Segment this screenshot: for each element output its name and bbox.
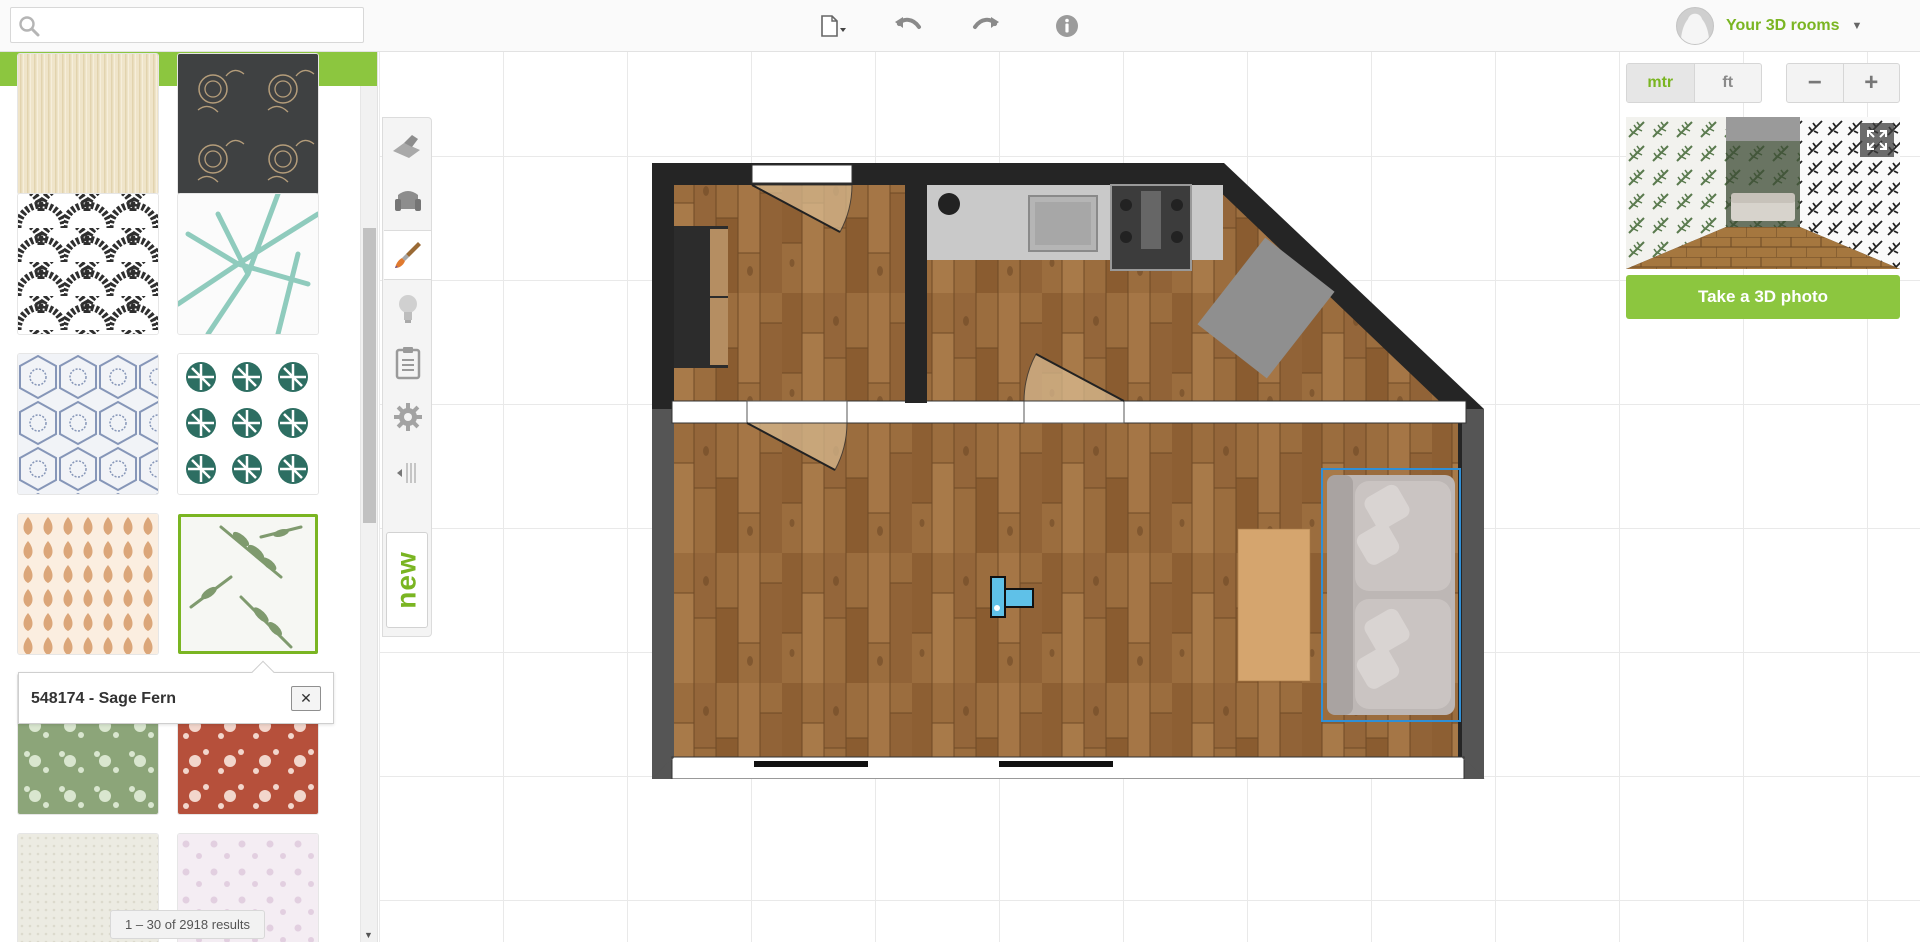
results-count: 1 – 30 of 2918 results — [110, 910, 266, 939]
zoom-in-button[interactable]: + — [1844, 64, 1900, 102]
wallpaper-swatch[interactable] — [18, 194, 158, 334]
3d-preview[interactable] — [1626, 117, 1900, 269]
redo-button[interactable] — [969, 10, 1003, 42]
zoom-controls: − + — [1786, 63, 1900, 103]
unit-feet-button[interactable]: ft — [1695, 64, 1762, 102]
settings-icon — [393, 403, 422, 431]
wallpaper-swatch[interactable] — [18, 514, 158, 654]
avatar — [1676, 7, 1714, 45]
scrollbar-thumb[interactable] — [363, 228, 376, 523]
floor-plan[interactable] — [652, 163, 1490, 779]
chevron-down-icon: ▼ — [1851, 20, 1863, 32]
light-bulb-icon — [398, 295, 417, 323]
wallpaper-swatch[interactable] — [178, 194, 318, 334]
clipboard-icon — [395, 347, 420, 380]
fullscreen-icon — [1867, 130, 1887, 150]
new-label: new — [391, 551, 422, 609]
unit-toggle: mtr ft — [1626, 63, 1762, 103]
furniture-icon — [394, 191, 421, 211]
furniture-button[interactable] — [384, 176, 431, 226]
take-3d-photo-button[interactable]: Take a 3D photo — [1626, 275, 1900, 319]
swatch-name: 548174 - Sage Fern — [31, 690, 176, 707]
wall-tool-icon — [392, 135, 420, 158]
info-button[interactable] — [1050, 10, 1084, 42]
panel-scrollbar[interactable]: ▼ — [360, 86, 377, 942]
collapse-icon — [396, 463, 416, 483]
app-root: Your 3D rooms ▼ ▼ 548174 - Sage Fern ✕ 1… — [0, 0, 1920, 942]
material-panel: ▼ 548174 - Sage Fern ✕ 1 – 30 of 2918 re… — [0, 52, 378, 942]
wallpaper-swatch[interactable] — [18, 354, 158, 494]
collapse-toolbar-button[interactable] — [384, 448, 431, 498]
scroll-down-icon[interactable]: ▼ — [364, 930, 373, 940]
search-box[interactable] — [10, 7, 364, 43]
swatch-tooltip: 548174 - Sage Fern ✕ — [18, 660, 334, 724]
lighting-button[interactable] — [384, 284, 431, 334]
list-button[interactable] — [384, 338, 431, 388]
tooltip-close-button[interactable]: ✕ — [291, 686, 321, 711]
new-file-button[interactable] — [816, 10, 850, 42]
search-input[interactable] — [47, 8, 357, 42]
undo-button[interactable] — [891, 10, 925, 42]
wallpaper-swatch-selected[interactable] — [178, 514, 318, 654]
redo-icon — [973, 17, 999, 29]
paint-brush-icon — [394, 242, 421, 268]
paint-button[interactable] — [384, 230, 431, 280]
user-menu[interactable]: Your 3D rooms ▼ — [1676, 7, 1862, 45]
wall-tool-button[interactable] — [384, 122, 431, 172]
wallpaper-swatch[interactable] — [178, 54, 318, 194]
unit-metric-button[interactable]: mtr — [1627, 64, 1695, 102]
zoom-out-button[interactable]: − — [1787, 64, 1844, 102]
info-icon — [1056, 15, 1078, 37]
new-items-tab[interactable]: new — [386, 532, 428, 628]
top-bar: Your 3D rooms ▼ — [0, 0, 1920, 52]
file-icon — [821, 15, 846, 37]
undo-icon — [895, 17, 921, 29]
side-toolbar: new — [382, 117, 432, 637]
user-menu-label: Your 3D rooms — [1726, 17, 1840, 34]
wallpaper-swatch[interactable] — [178, 354, 318, 494]
wallpaper-swatch[interactable] — [18, 54, 158, 194]
expand-preview-button[interactable] — [1860, 123, 1894, 157]
settings-button[interactable] — [384, 392, 431, 442]
search-icon — [17, 14, 41, 38]
